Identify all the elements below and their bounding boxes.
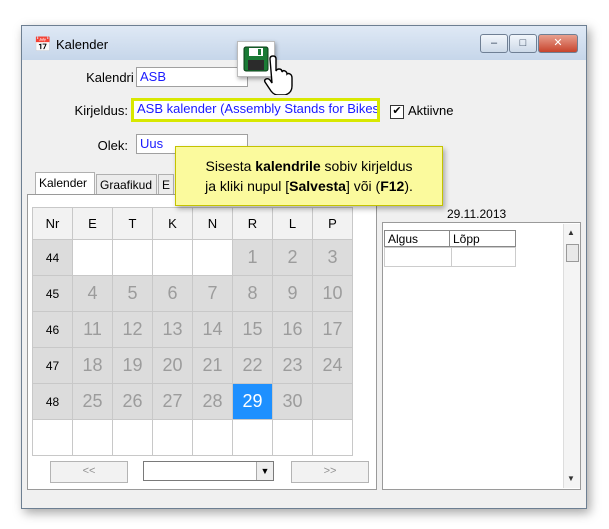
weekday-header: K [152,207,193,240]
calendar-day[interactable]: 14 [192,311,233,348]
calendar-day[interactable]: 23 [272,347,313,384]
calendar-day[interactable]: 12 [112,311,153,348]
weekday-header: N [192,207,233,240]
calendar-day[interactable]: 5 [112,275,153,312]
close-button[interactable]: ✕ [538,34,578,53]
tooltip-bold-text: Salvesta [289,178,346,194]
calendar-empty-cell [112,239,153,276]
previous-month-button[interactable]: << [50,461,128,483]
month-calendar: Nr E T K N R L P 44 1 2 3 45 4 5 6 7 8 9 [32,207,353,456]
description-field[interactable]: ASB kalender (Assembly Stands for Bikes) [131,98,380,122]
week-number-header: Nr [32,207,73,240]
column-header-end[interactable]: Lõpp [449,230,516,247]
calendar-day[interactable]: 22 [232,347,273,384]
calendar-day[interactable]: 18 [72,347,113,384]
calendar-day[interactable]: 9 [272,275,313,312]
window-title: Kalender [56,37,109,52]
tooltip-text: Sisesta [205,158,256,174]
calendar-icon: 📅 [34,36,52,52]
week-number: 47 [32,347,73,384]
maximize-button[interactable]: □ [509,34,537,53]
calendar-day[interactable]: 6 [152,275,193,312]
next-month-button[interactable]: >> [291,461,369,483]
calendar-day[interactable]: 30 [272,383,313,420]
hand-pointer-icon [263,55,293,95]
calendar-day[interactable]: 3 [312,239,353,276]
weekday-header: P [312,207,353,240]
calendar-empty-cell [312,383,353,420]
tooltip-text: ja kliki nupul [ [205,178,290,194]
schedule-date: 29.11.2013 [447,207,507,221]
calendar-day[interactable]: 21 [192,347,233,384]
calendar-day[interactable]: 16 [272,311,313,348]
title-bar[interactable]: 📅 Kalender – □ ✕ [22,26,586,60]
week-number: 45 [32,275,73,312]
calendar-day[interactable]: 28 [192,383,233,420]
help-tooltip: Sisesta kalendrile sobiv kirjeldus ja kl… [175,146,443,206]
calendar-day[interactable]: 8 [232,275,273,312]
minimize-button[interactable]: – [480,34,508,53]
description-label: Kirjeldus: [74,103,128,118]
tab-e[interactable]: E [158,174,174,194]
column-divider [451,247,452,267]
calendar-day[interactable]: 13 [152,311,193,348]
calendar-empty-cell [152,419,193,456]
calendar-empty-cell [272,419,313,456]
week-number: 48 [32,383,73,420]
calendar-day[interactable]: 25 [72,383,113,420]
calendar-id-field[interactable]: ASB [136,67,248,87]
column-header-start[interactable]: Algus [384,230,450,247]
tab-kalender[interactable]: Kalender [35,172,95,194]
weekday-header: T [112,207,153,240]
chevron-down-icon[interactable]: ▼ [256,462,273,480]
calendar-empty-cell [312,419,353,456]
calendar-day[interactable]: 20 [152,347,193,384]
active-checkbox[interactable]: ✔ [390,105,404,119]
active-label: Aktiivne [408,103,454,118]
week-number: 44 [32,239,73,276]
tooltip-bold-text: kalendrile [255,158,321,174]
calendar-day[interactable]: 11 [72,311,113,348]
weekday-header: E [72,207,113,240]
calendar-day[interactable]: 10 [312,275,353,312]
scroll-down-icon[interactable]: ▼ [567,474,575,483]
calendar-day[interactable]: 2 [272,239,313,276]
tooltip-text: ] või ( [345,178,381,194]
calendar-day[interactable]: 15 [232,311,273,348]
calendar-day[interactable]: 7 [192,275,233,312]
calendar-day[interactable]: 24 [312,347,353,384]
calendar-empty-cell [152,239,193,276]
calendar-day[interactable]: 19 [112,347,153,384]
scrollbar-thumb[interactable] [566,244,579,262]
calendar-empty-cell [112,419,153,456]
weekday-header: L [272,207,313,240]
tab-graafikud[interactable]: Graafikud [96,174,157,194]
vertical-scrollbar[interactable]: ▲ ▼ [563,224,580,488]
state-label: Olek: [97,138,128,153]
calendar-day[interactable]: 4 [72,275,113,312]
month-select[interactable]: ▼ [143,461,274,481]
calendar-day[interactable]: 26 [112,383,153,420]
calendar-empty-cell [32,419,73,456]
calendar-day[interactable]: 1 [232,239,273,276]
kalender-window: 📅 Kalender – □ ✕ Kalendri ID: ASB Kirjel… [21,25,587,509]
calendar-empty-cell [72,239,113,276]
calendar-empty-cell [192,239,233,276]
calendar-empty-cell [72,419,113,456]
week-number: 46 [32,311,73,348]
weekday-header: R [232,207,273,240]
calendar-day-selected[interactable]: 29 [232,383,273,420]
calendar-empty-cell [232,419,273,456]
scroll-up-icon[interactable]: ▲ [567,228,575,237]
tooltip-text: ). [404,178,413,194]
calendar-day[interactable]: 27 [152,383,193,420]
calendar-day[interactable]: 17 [312,311,353,348]
schedule-row[interactable] [384,247,516,267]
tooltip-text: sobiv kirjeldus [320,158,413,174]
calendar-empty-cell [192,419,233,456]
tooltip-bold-text: F12 [380,178,405,194]
